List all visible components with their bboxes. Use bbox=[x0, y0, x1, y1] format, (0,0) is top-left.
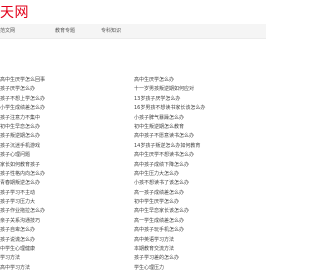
article-link[interactable]: 13岁孩子厌学怎么办 bbox=[132, 95, 264, 104]
article-link[interactable]: 高中孩子玩手机怎么办 bbox=[132, 226, 264, 235]
article-link[interactable]: 孩子学习压力大 bbox=[0, 198, 120, 207]
article-link[interactable]: 学生心理压力 bbox=[132, 264, 264, 273]
article-link[interactable]: 中学生心理健康 bbox=[0, 245, 120, 254]
article-link[interactable]: 高中生厌学怎么办 bbox=[132, 76, 264, 85]
article-link[interactable]: 十一岁男孩叛逆期如何应对 bbox=[132, 85, 264, 94]
article-link[interactable]: 学习方法 bbox=[0, 254, 120, 263]
article-link[interactable]: 青春期叛逆怎么办 bbox=[0, 179, 120, 188]
nav-item-topics[interactable]: 教育专题 bbox=[55, 24, 75, 38]
main-nav: 范文网 教育专题 专科知识 bbox=[0, 24, 266, 39]
article-link[interactable]: 初中学生厌学怎么办 bbox=[132, 198, 264, 207]
article-link[interactable]: 本期教育交流方法 bbox=[132, 245, 264, 254]
article-link[interactable]: 孩子性格内向怎么办 bbox=[0, 170, 120, 179]
article-link[interactable]: 初中生叛逆期怎么教育 bbox=[132, 123, 264, 132]
article-link[interactable]: 孩子学习差的怎么办 bbox=[132, 254, 264, 263]
article-link[interactable]: 小孩子脾气暴躁怎么办 bbox=[132, 114, 264, 123]
article-link[interactable]: 高一学生成绩差怎么办 bbox=[132, 217, 264, 226]
article-link[interactable]: 孩子厌学怎么办 bbox=[0, 85, 120, 94]
article-link[interactable]: 高中孩子成绩下降怎么办 bbox=[132, 161, 264, 170]
nav-item-home[interactable]: 范文网 bbox=[0, 24, 15, 38]
article-link[interactable]: 高中生厌学不想读书怎么办 bbox=[132, 151, 264, 160]
article-link[interactable]: 孩子叛逆期怎么办 bbox=[0, 132, 120, 141]
article-link[interactable]: 亲子关系沟通技巧 bbox=[0, 217, 120, 226]
article-link[interactable]: 孩子作业拖拉怎么办 bbox=[0, 207, 120, 216]
article-link[interactable]: 14岁孩子叛逆怎么办如何教育 bbox=[132, 142, 264, 151]
article-link[interactable]: 小孩不想读书了该怎么办 bbox=[132, 179, 264, 188]
article-link[interactable]: 高中孩子不愿意读书怎么办 bbox=[132, 132, 264, 141]
article-link[interactable]: 孩子沉迷手机游戏 bbox=[0, 142, 120, 151]
article-link[interactable]: 16岁男孩不想读书家长该怎么办 bbox=[132, 104, 264, 113]
article-list-left: 高中生厌学怎么回事 孩子厌学怎么办 孩子不想上学怎么办 小学生成绩差怎么办 孩子注意力不… bbox=[0, 76, 120, 273]
article-link[interactable]: 小学生成绩差怎么办 bbox=[0, 104, 120, 113]
article-link[interactable]: 孩子注意力不集中 bbox=[0, 114, 120, 123]
article-link[interactable]: 初中生早恋怎么办 bbox=[0, 123, 120, 132]
article-link[interactable]: 家长如何教育孩子 bbox=[0, 161, 120, 170]
article-link[interactable]: 孩子学习不主动 bbox=[0, 189, 120, 198]
article-link[interactable]: 孩子心理问题 bbox=[0, 151, 120, 160]
article-link[interactable]: 高中生厌学怎么回事 bbox=[0, 76, 120, 85]
article-link[interactable]: 高中学习方法 bbox=[0, 264, 120, 273]
site-logo[interactable]: 天网 bbox=[0, 4, 29, 22]
article-link[interactable]: 孩子说谎怎么办 bbox=[0, 236, 120, 245]
article-link[interactable]: 高中生早恋家长该怎么办 bbox=[132, 207, 264, 216]
nav-item-majors[interactable]: 专科知识 bbox=[101, 24, 121, 38]
article-link[interactable]: 高一孩子成绩差怎么办 bbox=[132, 189, 264, 198]
article-link[interactable]: 高中英语学习方法 bbox=[132, 236, 264, 245]
article-link[interactable]: 高中生压力大怎么办 bbox=[132, 170, 264, 179]
article-link[interactable]: 孩子不想上学怎么办 bbox=[0, 95, 120, 104]
article-list-right: 高中生厌学怎么办 十一岁男孩叛逆期如何应对 13岁孩子厌学怎么办 16岁男孩不想读书家… bbox=[132, 76, 264, 273]
article-link[interactable]: 孩子自卑怎么办 bbox=[0, 226, 120, 235]
